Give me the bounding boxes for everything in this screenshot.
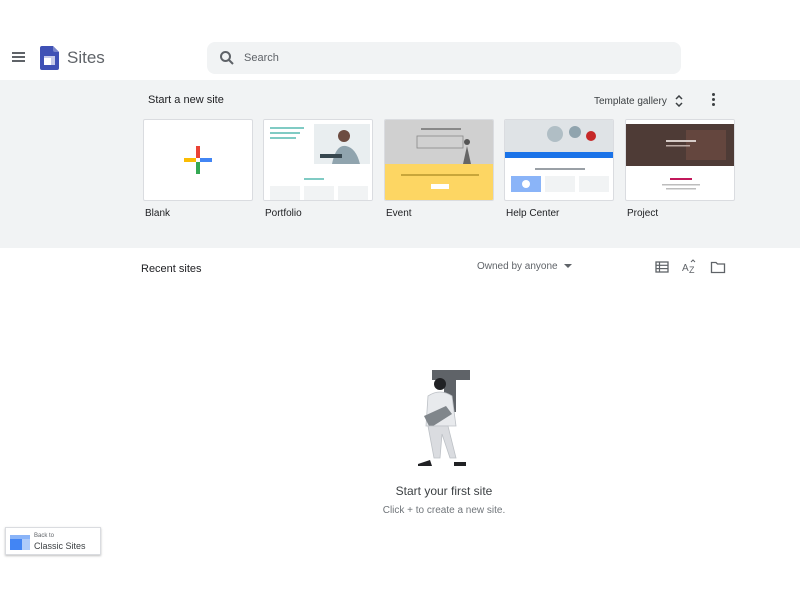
template-label: Portfolio: [265, 208, 302, 219]
template-label: Help Center: [506, 208, 560, 219]
menu-icon[interactable]: [8, 47, 28, 67]
svg-text:Z: Z: [689, 265, 695, 275]
plus-icon: [184, 146, 212, 174]
template-gallery-label: Template gallery: [594, 95, 667, 107]
more-vert-icon[interactable]: [708, 92, 718, 108]
template-thumbnail[interactable]: [504, 119, 614, 201]
template-gallery-button[interactable]: Template gallery: [594, 92, 683, 110]
empty-state-subtitle: Click + to create a new site.: [382, 505, 506, 516]
back-to-classic-sites-button[interactable]: Back to Classic Sites: [5, 527, 101, 555]
template-project[interactable]: Project: [625, 119, 735, 219]
app-title: Sites: [67, 48, 105, 67]
start-new-site-panel: Start a new site Template gallery Blank: [0, 80, 800, 248]
empty-state-title: Start your first site: [395, 484, 493, 498]
template-event[interactable]: Event: [384, 119, 494, 219]
owner-filter-label: Owned by anyone: [477, 261, 558, 272]
search-box[interactable]: [207, 42, 681, 74]
template-blank[interactable]: Blank: [143, 119, 253, 219]
template-thumbnail[interactable]: [384, 119, 494, 201]
template-thumbnail[interactable]: [143, 119, 253, 201]
template-label: Blank: [145, 208, 171, 219]
search-input[interactable]: [244, 42, 664, 74]
list-view-icon[interactable]: [654, 259, 670, 275]
sites-logo-icon[interactable]: [40, 46, 59, 70]
svg-text:A: A: [682, 263, 689, 274]
event-preview: [385, 120, 493, 200]
unfold-icon: [675, 95, 683, 107]
search-icon[interactable]: [219, 50, 235, 66]
template-thumbnail[interactable]: [625, 119, 735, 201]
sort-az-icon[interactable]: A Z: [682, 259, 698, 275]
template-label: Event: [386, 208, 412, 219]
classic-sites-icon: [10, 535, 30, 550]
template-label: Project: [627, 208, 659, 219]
template-portfolio[interactable]: Portfolio: [263, 119, 373, 219]
empty-state-illustration: [418, 370, 470, 466]
owner-filter-dropdown[interactable]: Owned by anyone: [477, 261, 572, 272]
folder-icon[interactable]: [710, 259, 726, 275]
template-thumbnail[interactable]: [263, 119, 373, 201]
template-help-center[interactable]: Help Center: [504, 119, 614, 219]
recent-sites-label: Recent sites: [141, 263, 202, 275]
project-preview: [626, 120, 734, 190]
top-bar: Sites: [0, 0, 800, 80]
portfolio-preview: [264, 120, 372, 200]
back-to-label: Back to: [34, 533, 55, 539]
start-new-site-label: Start a new site: [148, 94, 224, 106]
help-center-preview: [505, 120, 613, 192]
caret-down-icon: [563, 264, 572, 269]
classic-sites-label: Classic Sites: [34, 541, 86, 551]
